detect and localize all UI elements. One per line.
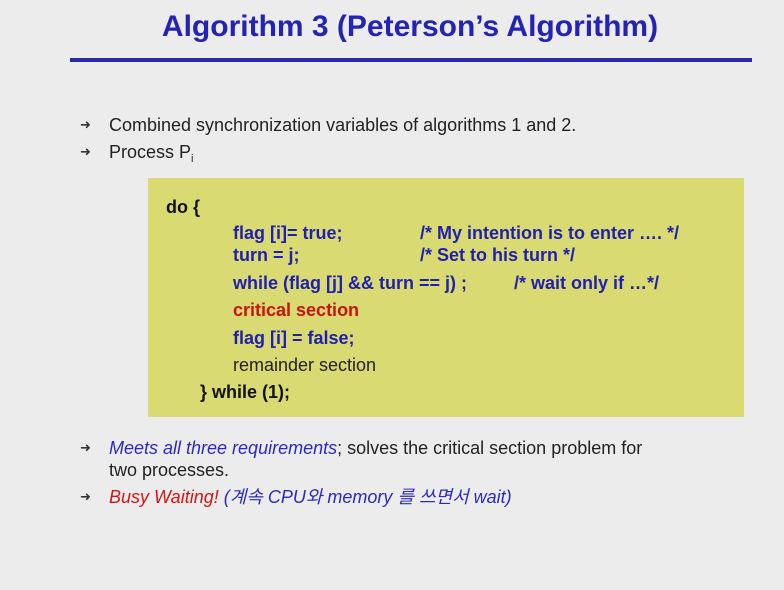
code-block: do { flag [i]= true; /* My intention is … (148, 178, 744, 417)
requirements-rest-line2: two processes. (109, 460, 230, 480)
code-flag-true: flag [i]= true; (233, 223, 343, 243)
code-remainder-section: remainder section (233, 355, 377, 375)
code-flag-false: flag [i] = false; (233, 328, 355, 348)
bullet-text: Meets all three requirements; solves the… (109, 437, 749, 481)
code-turn-comment: /* Set to his turn */ (420, 245, 576, 265)
code-flag-true-comment: /* My intention is to enter …. */ (420, 223, 680, 243)
requirements-highlight: Meets all three requirements (109, 438, 338, 458)
bullet-text: Combined synchronization variables of al… (109, 115, 577, 135)
code-while-close: } while (1); (200, 382, 291, 402)
bullet-text: Process Pi (109, 141, 749, 170)
code-turn: turn = j; (233, 245, 300, 265)
busy-waiting-highlight: Busy Waiting! (109, 487, 219, 507)
requirements-rest-line1: ; solves the critical section problem fo… (337, 438, 643, 458)
code-while-line: while (flag [j] && turn == j) ; (233, 273, 467, 293)
title-underline (70, 58, 752, 62)
code-critical-section: critical section (233, 300, 360, 320)
bullet-arrow-icon: ➜ (80, 489, 91, 504)
bullet-arrow-icon: ➜ (80, 440, 91, 455)
bullet-text: Busy Waiting! (계속 CPU와 memory 를 쓰면서 wait… (109, 486, 749, 508)
code-do-open: do { (166, 197, 200, 217)
process-subscript: i (191, 153, 194, 165)
slide-title: Algorithm 3 (Peterson’s Algorithm) (161, 10, 659, 43)
process-label: Process P (109, 142, 192, 162)
bullet-arrow-icon: ➜ (80, 117, 91, 132)
code-while-comment: /* wait only if …*/ (514, 273, 660, 293)
busy-waiting-note: (계속 CPU와 memory 를 쓰면서 wait) (218, 487, 512, 507)
bullet-arrow-icon: ➜ (80, 144, 91, 159)
slide: Algorithm 3 (Peterson’s Algorithm) ➜ Com… (0, 0, 784, 590)
